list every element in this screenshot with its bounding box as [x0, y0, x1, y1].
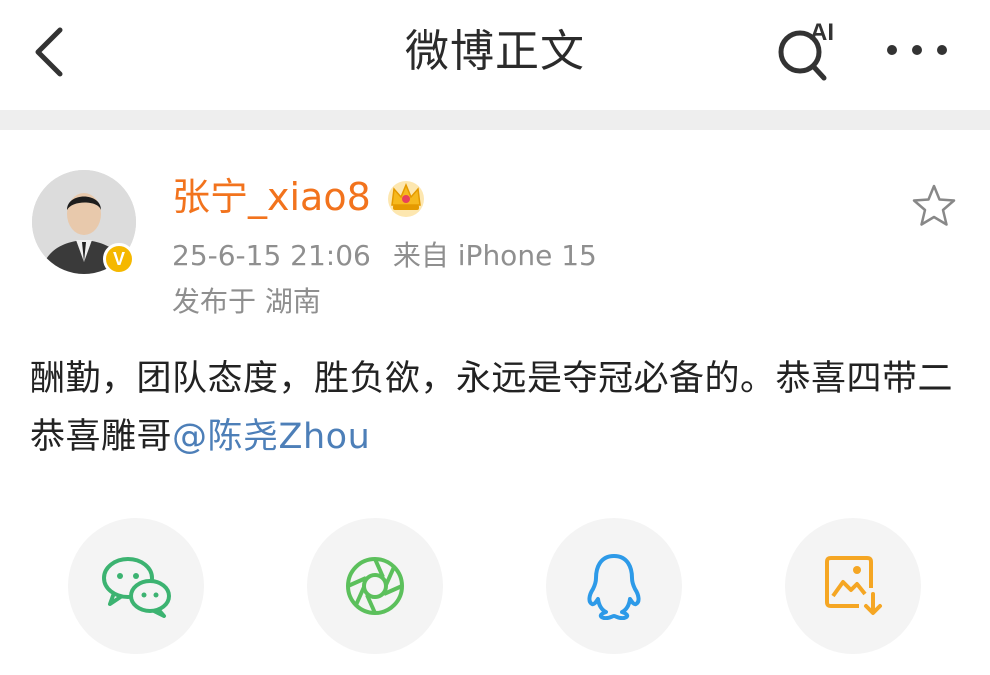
chevron-left-icon: [35, 27, 63, 77]
more-options-button[interactable]: [882, 28, 952, 72]
favorite-button[interactable]: [910, 182, 958, 230]
back-button[interactable]: [26, 22, 74, 82]
mention-link[interactable]: @陈尧Zhou: [172, 417, 370, 457]
post-body: 酬勤，团队态度，胜负欲，永远是夺冠必备的。恭喜四带二恭喜雕哥@陈尧Zhou: [30, 350, 960, 466]
star-icon: [912, 184, 956, 226]
wechat-icon: [102, 557, 171, 618]
verified-badge: V: [103, 243, 135, 275]
moments-icon: [346, 557, 404, 615]
save-image-icon: [825, 556, 882, 615]
share-qq-button[interactable]: [546, 518, 682, 654]
section-divider: [0, 110, 990, 130]
ai-search-button[interactable]: AI: [774, 18, 846, 84]
share-wechat-button[interactable]: [68, 518, 204, 654]
post-source: 来自 iPhone 15: [392, 239, 597, 272]
ai-search-icon: AI: [778, 19, 834, 81]
post-timestamp: 25-6-15 21:06: [172, 239, 371, 272]
qq-icon: [587, 554, 641, 620]
share-moments-button[interactable]: [307, 518, 443, 654]
post-meta: 25-6-15 21:06 来自 iPhone 15: [172, 236, 597, 276]
more-horizontal-icon: [887, 45, 947, 55]
verified-badge-label: V: [112, 249, 125, 269]
author-name[interactable]: 张宁_xiao8: [172, 172, 371, 222]
post-text: 酬勤，团队态度，胜负欲，永远是夺冠必备的。恭喜四带二恭喜雕哥: [30, 359, 954, 457]
ai-search-label: AI: [810, 19, 834, 46]
top-navigation-bar: 微博正文 AI: [0, 0, 990, 108]
vip-crown-icon: [388, 181, 424, 217]
save-image-button[interactable]: [785, 518, 921, 654]
post-location: 发布于 湖南: [172, 285, 321, 318]
